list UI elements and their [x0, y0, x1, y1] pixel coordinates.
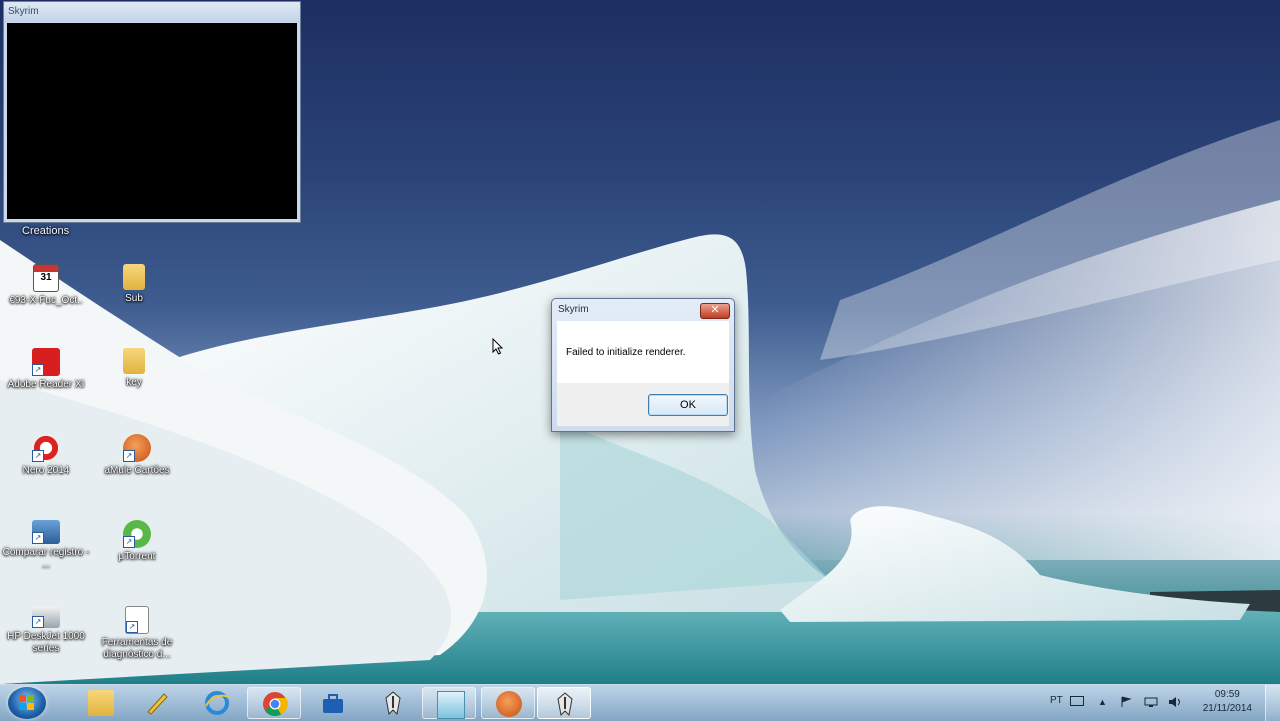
- folder-icon: [123, 264, 145, 290]
- taskbar-briefcase[interactable]: [306, 687, 360, 719]
- taskbar-window[interactable]: [422, 687, 476, 719]
- desktop-label-creations: Creations: [22, 225, 70, 237]
- desktop-icon-label: Ferramentas de diagnóstico d...: [101, 637, 173, 660]
- briefcase-icon: [320, 690, 346, 716]
- desktop-icon-folder-key[interactable]: key: [90, 348, 178, 389]
- paint-icon: [144, 690, 170, 716]
- folder-icon: [123, 348, 145, 374]
- desktop-icon-nero[interactable]: ↗ Nero 2014: [2, 434, 90, 477]
- amule-icon: ↗: [123, 434, 151, 462]
- keyboard-icon[interactable]: [1070, 696, 1084, 708]
- document-icon: ↗: [125, 606, 149, 634]
- taskbar-chrome[interactable]: [247, 687, 301, 719]
- desktop-icon-label: €93-X-Fuc_Oct..: [9, 295, 83, 306]
- close-button[interactable]: ✕: [700, 303, 730, 319]
- desktop-icon-label: µTorrent: [118, 551, 156, 562]
- dialog-footer: OK: [557, 383, 729, 426]
- flag-icon[interactable]: [1120, 696, 1134, 708]
- desktop-icon-label: Adobe Reader XI: [7, 379, 85, 390]
- clock-time: 09:59: [1214, 689, 1240, 700]
- calendar-icon: 31: [33, 264, 59, 292]
- desktop-icon-label: Comparar registro - ...: [2, 547, 90, 570]
- taskbar-paint[interactable]: [130, 687, 184, 719]
- show-desktop-button[interactable]: [1265, 685, 1280, 721]
- desktop-icon-label: Nero 2014: [22, 465, 70, 476]
- clock[interactable]: 09:59 21/11/2014: [1203, 688, 1252, 716]
- language-indicator[interactable]: PT: [1050, 695, 1063, 706]
- skyrim-game-window[interactable]: Skyrim: [3, 1, 301, 223]
- network-icon[interactable]: [1144, 696, 1158, 708]
- internet-explorer-icon: [204, 690, 230, 716]
- desktop-icon-folder-sub[interactable]: Sub: [90, 264, 178, 305]
- desktop-icon-label: aMule Cartões: [104, 465, 170, 476]
- adobe-reader-icon: ↗: [32, 348, 60, 376]
- mouse-cursor-icon: [492, 338, 504, 355]
- error-dialog[interactable]: Skyrim ✕ Failed to initialize renderer. …: [551, 298, 735, 432]
- desktop-icon-utorrent[interactable]: ↗ µTorrent: [93, 520, 181, 563]
- show-hidden-icons-icon[interactable]: ▲: [1098, 697, 1107, 707]
- taskbar-skyrim-running[interactable]: [537, 687, 591, 719]
- desktop-icon-amule[interactable]: ↗ aMule Cartões: [93, 434, 181, 477]
- desktop-icon-compare[interactable]: ↗ Comparar registro - ...: [2, 520, 90, 571]
- desktop-icon-file[interactable]: 31 €93-X-Fuc_Oct..: [2, 264, 90, 307]
- start-button[interactable]: [8, 687, 46, 719]
- folder-icon: [88, 690, 114, 716]
- window-icon: [437, 691, 465, 719]
- skyrim-icon: [552, 691, 578, 717]
- window-title[interactable]: Skyrim: [4, 2, 300, 22]
- dialog-body: Failed to initialize renderer.: [557, 321, 729, 383]
- desktop-icon-adobe-reader[interactable]: ↗ Adobe Reader XI: [2, 348, 90, 391]
- taskbar-amule[interactable]: [481, 687, 535, 719]
- desktop-icon-label: Sub: [125, 293, 143, 304]
- desktop-icon-label: key: [126, 377, 142, 388]
- ok-button[interactable]: OK: [648, 394, 728, 416]
- printer-icon: ↗: [32, 606, 60, 628]
- game-viewport[interactable]: [7, 23, 297, 219]
- volume-icon[interactable]: [1168, 696, 1182, 708]
- clock-date: 21/11/2014: [1202, 703, 1252, 714]
- desktop-icon-label: HP DeskJet 1000 series: [7, 631, 85, 654]
- taskbar-explorer[interactable]: [74, 687, 128, 719]
- desktop-icon-printer[interactable]: ↗ HP DeskJet 1000 series: [2, 606, 90, 655]
- amule-icon: [496, 691, 522, 717]
- nero-icon: ↗: [32, 434, 60, 462]
- chrome-icon: [262, 691, 288, 717]
- windows-logo-icon: [19, 695, 35, 711]
- taskbar: PT ▲ 09:59 21/11/2014: [0, 684, 1280, 721]
- taskbar-skyrim[interactable]: [366, 687, 420, 719]
- compare-icon: ↗: [32, 520, 60, 544]
- error-message: Failed to initialize renderer.: [566, 347, 686, 358]
- desktop-icon-diagnostics[interactable]: ↗ Ferramentas de diagnóstico d...: [93, 606, 181, 661]
- utorrent-icon: ↗: [123, 520, 151, 548]
- skyrim-icon: [380, 690, 406, 716]
- taskbar-internet-explorer[interactable]: [190, 687, 244, 719]
